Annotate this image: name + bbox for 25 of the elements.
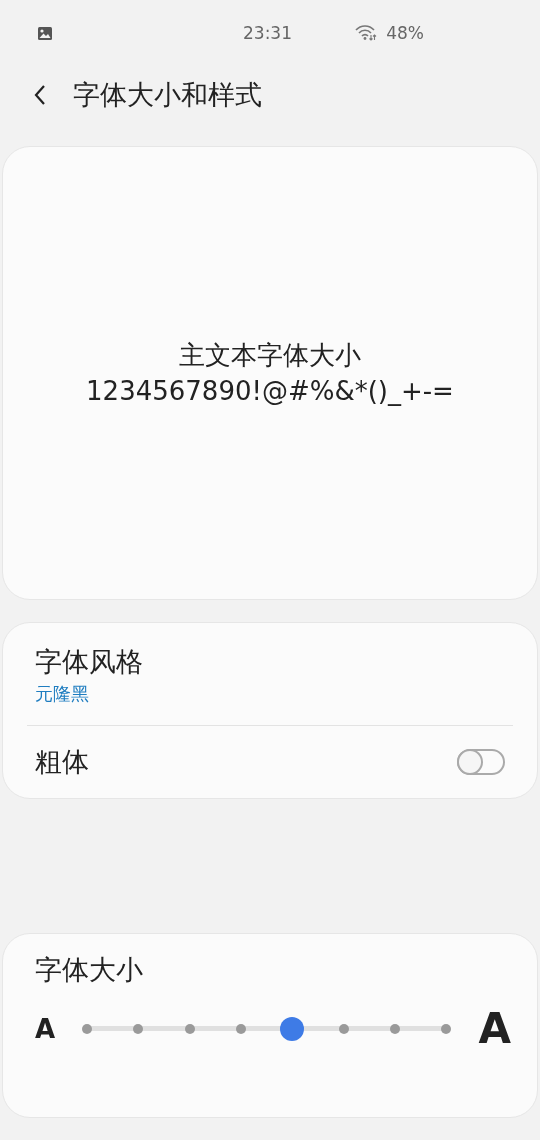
slider-stop [441, 1023, 452, 1034]
battery-level: 48% [386, 23, 424, 43]
settings-item[interactable]: 粗体 [27, 726, 513, 798]
back-button[interactable] [33, 84, 47, 106]
slider-stop [390, 1023, 401, 1034]
slider-stop [184, 1023, 195, 1034]
status-time: 23:31 [243, 23, 292, 43]
wifi-icon [355, 25, 378, 41]
preview-text: 1234567890!@#%&*()_+-= [86, 375, 454, 408]
preview-text: 主文本字体大小 [179, 339, 361, 372]
image-icon [38, 26, 52, 40]
slider-stop [82, 1023, 92, 1034]
setting-label: 粗体 [35, 745, 90, 779]
page-title: 字体大小和样式 [73, 78, 262, 112]
section-title: 字体大小 [35, 953, 144, 987]
setting-value: 元隆黑 [35, 682, 90, 706]
slider-stop [133, 1023, 144, 1034]
large-size-label: A [478, 1004, 511, 1053]
slider-stop [338, 1023, 349, 1034]
slider-thumb[interactable] [280, 1016, 305, 1041]
settings-item[interactable]: 字体风格 元隆黑 [27, 625, 513, 725]
slider-stop [236, 1023, 247, 1034]
setting-label: 字体风格 [35, 645, 143, 679]
toggle-switch[interactable] [457, 749, 505, 775]
small-size-label: A [35, 1013, 57, 1044]
